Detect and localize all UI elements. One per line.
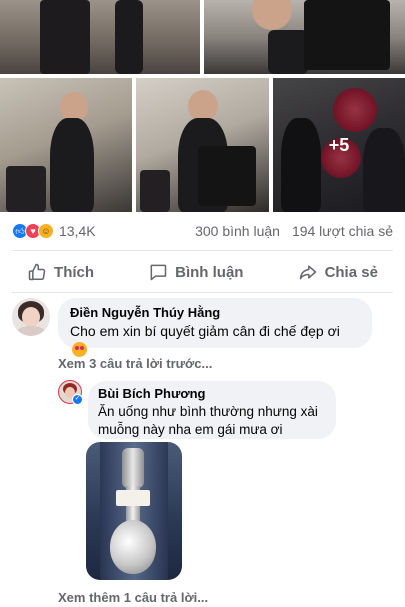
- commenter-avatar[interactable]: [12, 298, 50, 336]
- heart-eyes-emoji-icon: [72, 342, 87, 357]
- comment-button[interactable]: Bình luận: [148, 262, 243, 282]
- comment-author[interactable]: Điền Nguyễn Thúy Hằng: [70, 305, 360, 320]
- post-photo-2[interactable]: [204, 0, 405, 74]
- comment-text: Cho em xin bí quyết giảm cân đi chế đẹp …: [70, 322, 360, 360]
- view-previous-replies-link[interactable]: Xem 3 câu trả lời trước...: [58, 356, 212, 371]
- post-photo-3[interactable]: [0, 78, 132, 212]
- post-photo-1[interactable]: [0, 0, 200, 74]
- comment-body: Cho em xin bí quyết giảm cân đi chế đẹp …: [70, 323, 340, 339]
- reply-attached-photo[interactable]: [86, 442, 182, 580]
- post-photo-4[interactable]: [136, 78, 269, 212]
- divider: [12, 292, 393, 293]
- reply-text-line-1: Ăn uống như bình thường nhưng xài: [98, 404, 318, 419]
- photo-grid-top: [0, 0, 405, 74]
- reply-author[interactable]: Bùi Bích Phương: [98, 386, 326, 401]
- more-photos-overlay[interactable]: +5: [273, 78, 405, 212]
- reply-bubble: Bùi Bích Phương Ăn uống như bình thường …: [88, 381, 336, 439]
- like-button[interactable]: Thích: [27, 262, 94, 282]
- reply-text: Ăn uống như bình thường nhưng xài muỗng …: [98, 403, 326, 439]
- share-button[interactable]: Chia sẻ: [298, 262, 378, 282]
- reaction-icons[interactable]: 👍︎ ♥ ☺: [12, 223, 54, 239]
- like-label: Thích: [54, 263, 95, 281]
- reactions-summary: 👍︎ ♥ ☺ 13,4K 300 bình luận 194 lượt chia…: [0, 216, 405, 246]
- comment-count[interactable]: 300 bình luận: [195, 223, 280, 239]
- haha-reaction-icon: ☺: [38, 223, 54, 239]
- reaction-count[interactable]: 13,4K: [59, 223, 96, 239]
- share-count[interactable]: 194 lượt chia sẻ: [292, 223, 393, 239]
- more-photos-count: +5: [328, 134, 350, 155]
- divider: [12, 250, 393, 251]
- share-icon: [299, 265, 316, 280]
- verified-badge-icon: ✓: [72, 394, 83, 405]
- post-action-bar: Thích Bình luận Chia sẻ: [0, 256, 405, 288]
- share-label: Chia sẻ: [324, 263, 378, 281]
- comment-icon: [150, 264, 167, 281]
- comment-label: Bình luận: [175, 263, 244, 281]
- view-more-replies-link[interactable]: Xem thêm 1 câu trả lời...: [58, 590, 208, 605]
- thumbs-up-icon: [28, 263, 46, 281]
- spoon-price-tag: [116, 490, 150, 506]
- reply-text-line-2: muỗng này nha em gái mưa ơi: [98, 422, 283, 437]
- post-photo-5[interactable]: +5: [273, 78, 405, 212]
- comment-bubble: Điền Nguyễn Thúy Hằng Cho em xin bí quyế…: [58, 298, 372, 357]
